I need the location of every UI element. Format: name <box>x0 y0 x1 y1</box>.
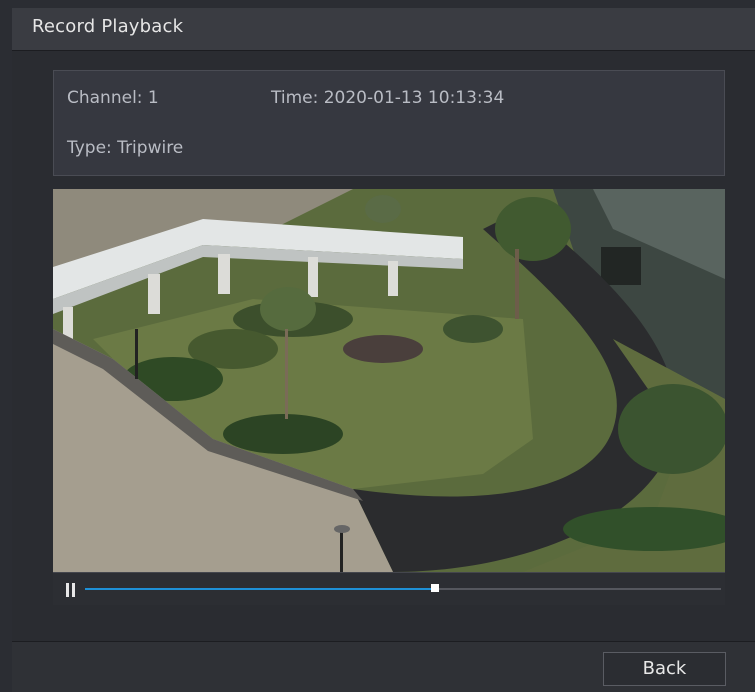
progress-handle[interactable] <box>430 584 439 592</box>
back-button[interactable]: Back <box>603 652 726 686</box>
progress-fill <box>85 588 435 590</box>
channel-label: Channel: 1 <box>67 88 159 108</box>
playback-controls <box>53 572 725 605</box>
time-label: Time: 2020-01-13 10:13:34 <box>271 88 505 108</box>
dialog-titlebar: Record Playback <box>12 8 755 51</box>
progress-slider[interactable] <box>85 584 721 592</box>
dialog-title: Record Playback <box>32 16 184 37</box>
camera-snapshot <box>53 189 725 572</box>
pause-icon[interactable] <box>66 583 75 597</box>
record-info-panel: Channel: 1 Time: 2020-01-13 10:13:34 Typ… <box>53 70 725 176</box>
video-frame[interactable] <box>53 189 725 572</box>
type-label: Type: Tripwire <box>67 138 184 158</box>
record-playback-dialog: Record Playback Channel: 1 Time: 2020-01… <box>12 8 755 692</box>
dialog-footer: Back <box>12 641 755 692</box>
